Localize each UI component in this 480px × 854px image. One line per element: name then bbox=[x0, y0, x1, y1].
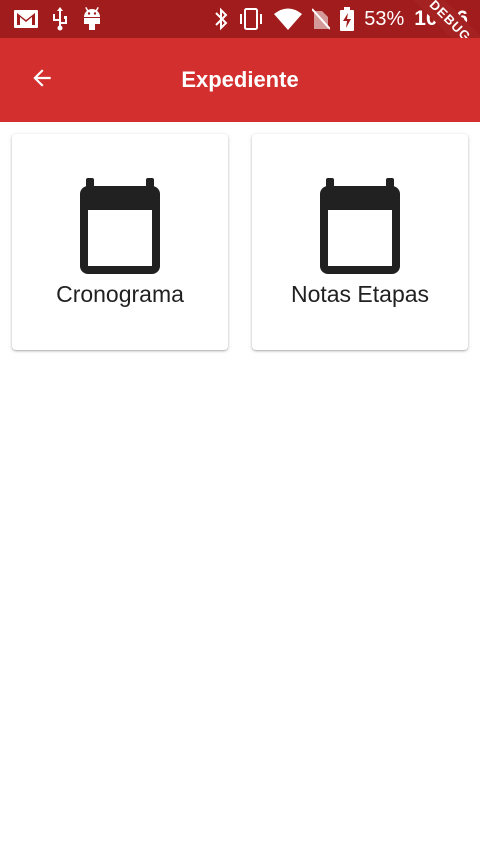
card-label: Notas Etapas bbox=[290, 281, 430, 307]
battery-percent: 53% bbox=[364, 8, 405, 30]
bluetooth-icon bbox=[214, 7, 228, 31]
calendar-icon bbox=[312, 178, 408, 276]
status-bar: 53% 10:46 DEBUG bbox=[0, 0, 480, 38]
gmail-icon bbox=[14, 10, 38, 28]
usb-icon bbox=[52, 7, 68, 31]
status-bar-notifications bbox=[14, 7, 102, 31]
vibrate-icon bbox=[238, 7, 264, 31]
android-debug-icon bbox=[82, 7, 102, 31]
app-bar: Expediente bbox=[0, 38, 480, 122]
calendar-icon bbox=[72, 178, 168, 276]
battery-charging-icon bbox=[340, 7, 355, 31]
no-sim-icon bbox=[312, 7, 331, 31]
notas-etapas-card[interactable]: Notas Etapas bbox=[252, 134, 468, 350]
menu-grid: Cronograma Notas Etapas bbox=[12, 134, 468, 350]
card-label: Cronograma bbox=[56, 281, 184, 307]
cronograma-card[interactable]: Cronograma bbox=[12, 134, 228, 350]
wifi-icon bbox=[274, 8, 303, 30]
page-title: Expediente bbox=[181, 67, 299, 92]
